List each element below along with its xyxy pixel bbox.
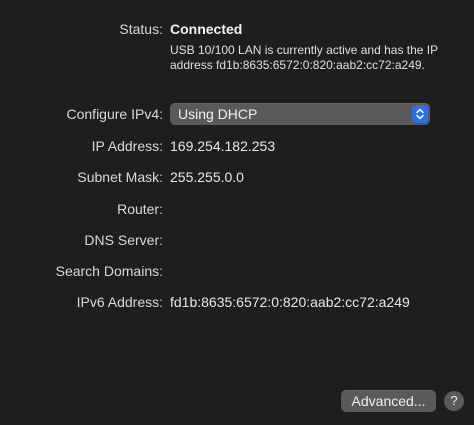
dns-server-label: DNS Server:	[84, 232, 163, 248]
configure-ipv4-selected-value: Using DHCP	[178, 106, 258, 122]
ip-address-value: 169.254.182.253	[170, 138, 276, 154]
ip-address-label: IP Address:	[91, 138, 163, 154]
network-details-panel: Status: Connected USB 10/100 LAN is curr…	[0, 0, 474, 425]
subnet-mask-value: 255.255.0.0	[170, 169, 244, 185]
ipv6-address-label: IPv6 Address:	[76, 294, 163, 310]
search-domains-label: Search Domains:	[55, 263, 163, 279]
ipv6-address-value: fd1b:8635:6572:0:820:aab2:cc72:a249	[170, 294, 410, 310]
router-label: Router:	[117, 201, 163, 217]
status-value: Connected	[170, 21, 243, 37]
subnet-mask-label: Subnet Mask:	[77, 169, 163, 185]
status-label: Status:	[119, 21, 163, 37]
help-button[interactable]: ?	[444, 391, 464, 411]
advanced-button[interactable]: Advanced...	[341, 390, 436, 412]
status-description: USB 10/100 LAN is currently active and h…	[170, 43, 438, 72]
configure-ipv4-select[interactable]: Using DHCP	[170, 103, 430, 125]
chevron-up-down-icon	[412, 105, 428, 123]
configure-ipv4-label: Configure IPv4:	[66, 106, 164, 122]
